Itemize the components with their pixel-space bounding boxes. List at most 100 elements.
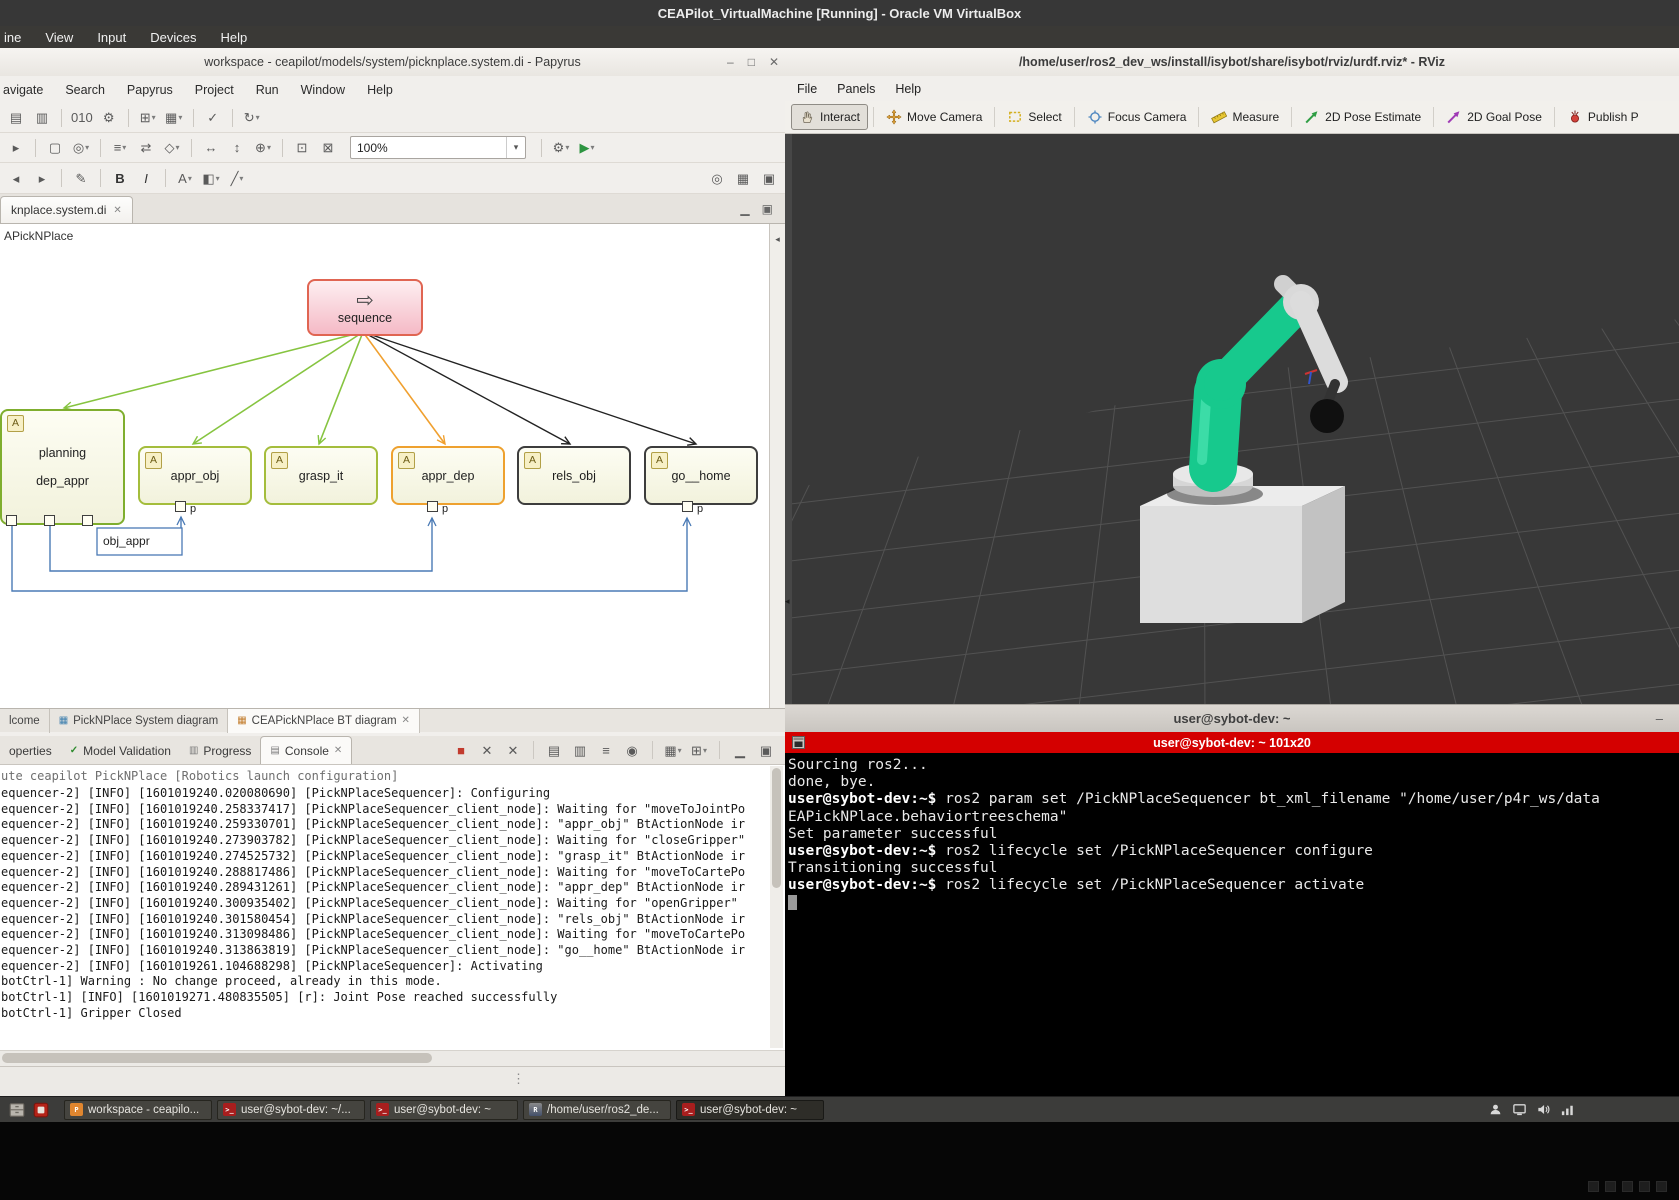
- focus-camera-tool[interactable]: Focus Camera: [1080, 105, 1194, 129]
- sash-handle[interactable]: ⋮: [512, 1071, 525, 1087]
- goal-pose-tool[interactable]: 2D Goal Pose: [1439, 105, 1549, 129]
- papyrus-menu-project[interactable]: Project: [195, 83, 234, 97]
- tab-model-validation[interactable]: ✓ Model Validation: [61, 737, 180, 764]
- minimize-view-icon[interactable]: ▁: [740, 202, 749, 216]
- console-horizontal-scrollbar[interactable]: [0, 1050, 785, 1066]
- expand-displays-icon[interactable]: ◂: [785, 596, 790, 607]
- vm-menu-view[interactable]: View: [45, 30, 73, 45]
- generate-code-icon[interactable]: ⚙: [97, 107, 121, 129]
- refresh-icon[interactable]: ↻▾: [240, 107, 264, 129]
- console-vertical-scrollbar[interactable]: [770, 766, 783, 1048]
- nav-forward-icon[interactable]: ▸: [30, 167, 54, 189]
- minimize-icon[interactable]: –: [727, 55, 734, 69]
- tab-properties[interactable]: operties: [0, 737, 61, 764]
- measure-tool[interactable]: Measure: [1204, 105, 1286, 129]
- distribute-icon[interactable]: ⇄: [134, 137, 158, 159]
- rviz-menu-file[interactable]: File: [797, 82, 817, 96]
- pointer-tool-icon[interactable]: ▸: [4, 137, 28, 159]
- papyrus-menu-papyrus[interactable]: Papyrus: [127, 83, 173, 97]
- bt-node-rels-obj[interactable]: A rels_obj: [517, 446, 631, 505]
- table-view-icon[interactable]: ⊞▾: [136, 107, 160, 129]
- scroll-lock-icon[interactable]: ▥: [569, 739, 591, 761]
- port-planning-1[interactable]: [6, 515, 17, 526]
- papyrus-menu-help[interactable]: Help: [367, 83, 393, 97]
- rviz-titlebar[interactable]: /home/user/ros2_dev_ws/install/isybot/sh…: [785, 48, 1679, 77]
- papyrus-menu-avigate[interactable]: avigate: [3, 83, 43, 97]
- bt-diagram-canvas[interactable]: APickNPlace ⇨ sequence A planning dep_ap…: [0, 224, 769, 708]
- bt-node-sequence[interactable]: ⇨ sequence: [307, 279, 423, 336]
- close-tab-icon[interactable]: ✕: [113, 205, 121, 216]
- clear-console-icon[interactable]: ▤: [543, 739, 565, 761]
- publish-point-tool[interactable]: Publish P: [1560, 105, 1646, 129]
- bt-node-appr-obj[interactable]: A appr_obj: [138, 446, 252, 505]
- taskbar-window-button[interactable]: Pworkspace - ceapilo...: [64, 1100, 212, 1120]
- user-indicator-icon[interactable]: [1488, 1102, 1503, 1117]
- volume-icon[interactable]: [1536, 1102, 1551, 1117]
- rviz-3d-viewport[interactable]: ◂: [785, 134, 1679, 704]
- link-style-icon[interactable]: ⊕▾: [251, 137, 275, 159]
- palette-collapsed-strip[interactable]: ◂: [769, 224, 785, 708]
- zoom-level-combo[interactable]: 100%▾: [350, 136, 526, 159]
- vm-menu-ine[interactable]: ine: [4, 30, 21, 45]
- tab-system-diagram[interactable]: ▦ PickNPlace System diagram: [50, 709, 229, 733]
- bt-node-go-home[interactable]: A go__home: [644, 446, 758, 505]
- minimize-panel-icon[interactable]: ▁: [729, 739, 751, 761]
- italic-icon[interactable]: I: [134, 167, 158, 189]
- bold-icon[interactable]: B: [108, 167, 132, 189]
- zoom-caret-icon[interactable]: ▾: [506, 137, 525, 158]
- port-appr-obj[interactable]: [175, 501, 186, 512]
- bt-node-appr-dep[interactable]: A appr_dep: [391, 446, 505, 505]
- save-icon[interactable]: ▤: [4, 107, 28, 129]
- papyrus-titlebar[interactable]: workspace - ceapilot/models/system/pickn…: [0, 48, 785, 77]
- fit-selection-icon[interactable]: ⊡: [290, 137, 314, 159]
- remove-launch-icon[interactable]: ✕: [476, 739, 498, 761]
- bt-node-planning[interactable]: A planning dep_appr: [0, 409, 125, 525]
- new-diagram-icon[interactable]: ▦▾: [162, 107, 186, 129]
- open-console-icon[interactable]: ⊞▾: [688, 739, 710, 761]
- fit-page-icon[interactable]: ⊠: [316, 137, 340, 159]
- palette-icon[interactable]: ▦: [731, 167, 755, 189]
- maximize-view-icon[interactable]: ▣: [762, 202, 773, 216]
- maximize-icon[interactable]: □: [748, 55, 755, 69]
- binary-file-icon[interactable]: 010: [69, 107, 95, 129]
- validate-model-icon[interactable]: ✓: [201, 107, 225, 129]
- nav-back-icon[interactable]: ◂: [4, 167, 28, 189]
- tab-bt-diagram[interactable]: ▦ CEAPickNPlace BT diagram ✕: [228, 709, 420, 733]
- close-tab-icon[interactable]: ✕: [402, 715, 410, 726]
- vm-menu-devices[interactable]: Devices: [150, 30, 196, 45]
- display-selected-console-icon[interactable]: ▦▾: [662, 739, 684, 761]
- displays-panel-splitter[interactable]: ◂: [785, 134, 792, 704]
- font-color-icon[interactable]: A▾: [173, 167, 197, 189]
- vm-menu-help[interactable]: Help: [220, 30, 247, 45]
- terminate-icon[interactable]: ■: [450, 739, 472, 761]
- pin-console-icon[interactable]: ◉: [621, 739, 643, 761]
- close-tab-icon[interactable]: ✕: [334, 745, 342, 756]
- select-tool[interactable]: Select: [1000, 105, 1068, 129]
- tab-console[interactable]: ▤ Console ✕: [260, 736, 352, 764]
- remove-all-launches-icon[interactable]: ✕: [502, 739, 524, 761]
- route-horizontal-icon[interactable]: ↔: [199, 137, 223, 159]
- terminal-red-titlebar[interactable]: user@sybot-dev: ~ 101x20: [785, 732, 1679, 753]
- port-planning-3[interactable]: [82, 515, 93, 526]
- snapshot-icon[interactable]: ▣: [757, 167, 781, 189]
- terminal-window-titlebar[interactable]: user@sybot-dev: ~ –: [785, 704, 1679, 732]
- taskbar-window-button[interactable]: >_user@sybot-dev: ~: [676, 1100, 824, 1120]
- word-wrap-icon[interactable]: ≡: [595, 739, 617, 761]
- line-color-icon[interactable]: ╱▾: [225, 167, 249, 189]
- vm-menu-input[interactable]: Input: [97, 30, 126, 45]
- edit-style-icon[interactable]: ✎: [69, 167, 93, 189]
- marquee-select-icon[interactable]: ▢: [43, 137, 67, 159]
- editor-tab-picknplace[interactable]: knplace.system.di ✕: [0, 196, 133, 223]
- diagram-settings-icon[interactable]: ⚙▾: [549, 137, 573, 159]
- display-indicator-icon[interactable]: [1512, 1102, 1527, 1117]
- rviz-menu-panels[interactable]: Panels: [837, 82, 875, 96]
- console-view[interactable]: ute ceapilot PickNPlace [Robotics launch…: [0, 764, 785, 1050]
- port-go-home[interactable]: [682, 501, 693, 512]
- rviz-menu-help[interactable]: Help: [895, 82, 921, 96]
- search-diagram-icon[interactable]: ◎: [705, 167, 729, 189]
- close-icon[interactable]: ✕: [769, 55, 779, 69]
- tab-welcome[interactable]: lcome: [0, 709, 50, 733]
- maximize-panel-icon[interactable]: ▣: [755, 739, 777, 761]
- papyrus-menu-search[interactable]: Search: [65, 83, 105, 97]
- layers-icon[interactable]: ◇▾: [160, 137, 184, 159]
